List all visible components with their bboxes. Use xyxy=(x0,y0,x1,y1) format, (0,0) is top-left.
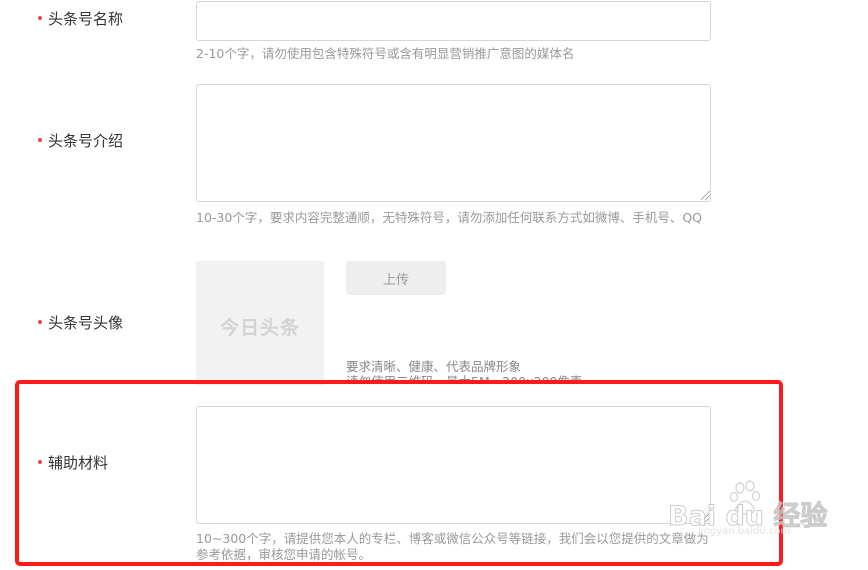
account-application-form: 头条号名称 2-10个字，请勿使用包含特殊符号或含有明显营销推广意图的媒体名 头… xyxy=(0,0,868,570)
avatar-hint-line1: 要求清晰、健康、代表品牌形象 xyxy=(346,359,522,374)
supporting-materials-textarea[interactable] xyxy=(196,406,711,524)
required-dot xyxy=(38,319,42,324)
avatar-label: 头条号头像 xyxy=(38,313,123,333)
required-dot xyxy=(38,459,42,464)
materials-hint: 10~300个字，请提供您本人的专栏、博客或微信公众号等链接，我们会以您提供的文… xyxy=(196,531,709,562)
name-label: 头条号名称 xyxy=(38,9,123,29)
watermark-url: jingyan.baidu.com xyxy=(698,526,791,537)
avatar-preview: 今日头条 xyxy=(196,261,324,385)
account-intro-textarea[interactable] xyxy=(196,84,711,202)
intro-label: 头条号介绍 xyxy=(38,131,123,151)
toutiao-logo: 今日头条 xyxy=(219,317,300,339)
resize-grip-icon[interactable] xyxy=(701,513,710,522)
account-name-input[interactable] xyxy=(196,1,711,41)
materials-label: 辅助材料 xyxy=(38,453,108,473)
required-dot xyxy=(38,15,42,20)
upload-avatar-button[interactable]: 上传 xyxy=(346,261,446,295)
resize-grip-icon[interactable] xyxy=(701,191,710,200)
name-hint: 2-10个字，请勿使用包含特殊符号或含有明显营销推广意图的媒体名 xyxy=(196,46,575,61)
avatar-hint-line2: 请勿使用二维码，最大5M，200x200像素 xyxy=(346,374,583,384)
intro-hint: 10-30个字，要求内容完整通顺，无特殊符号，请勿添加任何联系方式如微博、手机号… xyxy=(196,210,703,225)
required-dot xyxy=(38,137,42,142)
